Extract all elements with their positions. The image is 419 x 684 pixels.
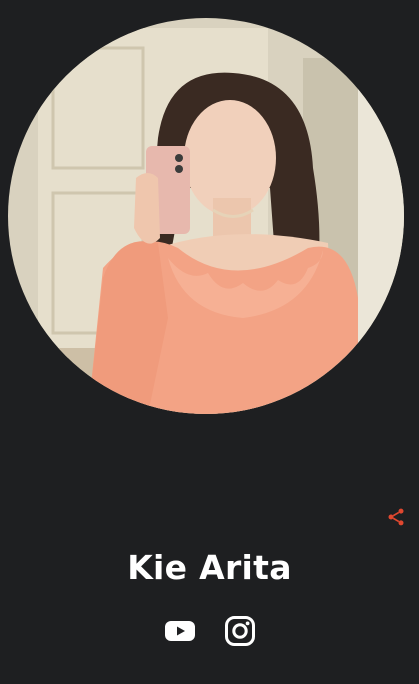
- share-icon: [388, 508, 404, 526]
- youtube-link[interactable]: [163, 614, 197, 648]
- youtube-icon: [164, 621, 195, 641]
- social-links: [0, 614, 419, 648]
- instagram-icon: [224, 616, 255, 646]
- share-button[interactable]: [383, 504, 409, 530]
- profile-name: Kie Arita: [127, 548, 292, 587]
- avatar-photo: [8, 18, 404, 414]
- instagram-link[interactable]: [223, 614, 257, 648]
- profile-avatar: [8, 18, 404, 414]
